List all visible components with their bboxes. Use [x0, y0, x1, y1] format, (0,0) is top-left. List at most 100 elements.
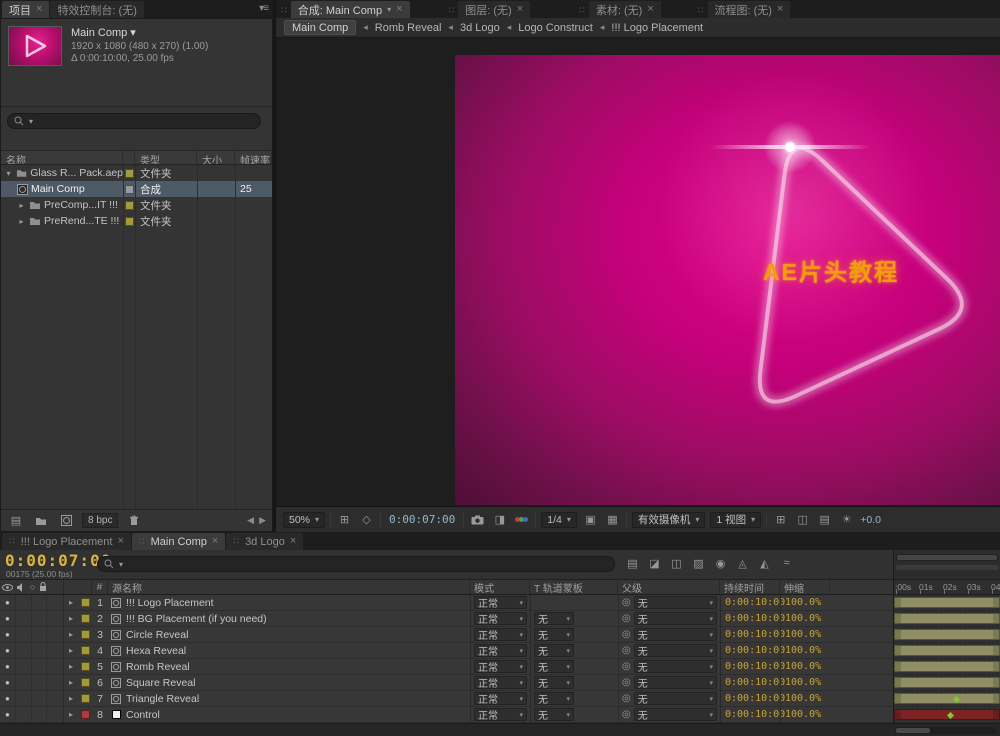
label-swatch[interactable] — [81, 598, 90, 607]
close-icon[interactable]: × — [36, 4, 42, 15]
mode-select[interactable]: 正常▾ — [474, 676, 527, 689]
tab-project[interactable]: 项目 × — [2, 1, 49, 18]
label-swatch[interactable] — [125, 169, 134, 178]
column-header-size[interactable]: 大小 — [197, 151, 235, 164]
pixel-aspect-icon[interactable]: ◫ — [794, 512, 811, 528]
composition-viewport[interactable]: AE片头教程 — [276, 38, 1000, 506]
layer-label-cell[interactable] — [78, 595, 92, 610]
interpret-footage-icon[interactable]: ▤ — [7, 513, 25, 528]
trkmat-select[interactable]: 无▾ — [534, 628, 574, 641]
audio-toggle[interactable] — [16, 611, 32, 626]
label-color-cell[interactable] — [123, 217, 135, 226]
layer-duration[interactable]: 0:00:10:00 — [725, 645, 785, 656]
audio-toggle[interactable] — [16, 707, 32, 722]
track-row[interactable] — [894, 627, 1000, 643]
graph-editor-icon[interactable]: ◭ — [756, 555, 773, 571]
label-swatch[interactable] — [81, 678, 90, 687]
layer-row[interactable]: ● ▸ 6 Square Reveal 正常▾ 无▾ ◎无▾ 0:00:10:0… — [0, 675, 893, 691]
video-toggle[interactable]: ● — [0, 675, 16, 690]
resolution-select[interactable]: 1/4 ▾ — [541, 512, 577, 528]
layer-stretch[interactable]: 100.0% — [785, 709, 821, 720]
tab-layer[interactable]: 图层: (无) × — [458, 1, 530, 18]
layer-row[interactable]: ● ▸ 4 Hexa Reveal 正常▾ 无▾ ◎无▾ 0:00:10:00 … — [0, 643, 893, 659]
layer-name[interactable]: Control — [124, 707, 470, 722]
pickwhip-icon[interactable]: ◎ — [622, 613, 631, 624]
layer-stretch[interactable]: 100.0% — [785, 677, 821, 688]
layer-expand-arrow-icon[interactable]: ▸ — [64, 659, 78, 674]
layer-row[interactable]: ● ▸ 3 Circle Reveal 正常▾ 无▾ ◎无▾ 0:00:10:0… — [0, 627, 893, 643]
tab-effect-controls[interactable]: 特效控制台: (无) — [50, 1, 143, 18]
panel-grip-icon[interactable]: ∷ — [698, 5, 705, 16]
trkmat-select[interactable]: 无▾ — [534, 612, 574, 625]
layer-duration-bar[interactable] — [894, 645, 1000, 656]
audio-toggle[interactable] — [16, 595, 32, 610]
layer-name[interactable]: Romb Reveal — [124, 659, 470, 674]
time-ruler[interactable]: :00s 01s 02s 03s 04s — [894, 580, 1000, 595]
breadcrumb-root[interactable]: Main Comp — [284, 20, 356, 35]
column-header-name[interactable]: 名称 — [1, 151, 123, 164]
layer-row[interactable]: ● ▸ 5 Romb Reveal 正常▾ 无▾ ◎无▾ 0:00:10:00 … — [0, 659, 893, 675]
layer-name[interactable]: !!! BG Placement (if you need) — [124, 611, 470, 626]
trkmat-select[interactable]: 无▾ — [534, 660, 574, 673]
lock-toggle[interactable] — [47, 643, 63, 658]
video-toggle[interactable]: ● — [0, 659, 16, 674]
number-column-header[interactable]: # — [92, 580, 108, 594]
lock-icon[interactable] — [39, 582, 47, 592]
label-swatch[interactable] — [81, 710, 90, 719]
trkmat-select[interactable]: 无▾ — [534, 708, 574, 721]
layer-duration[interactable]: 0:00:10:00 — [725, 677, 785, 688]
label-swatch[interactable] — [81, 646, 90, 655]
solo-toggle[interactable] — [32, 707, 48, 722]
track-row[interactable] — [894, 691, 1000, 707]
layer-row[interactable]: ● ▸ 2 !!! BG Placement (if you need) 正常▾… — [0, 611, 893, 627]
work-area-bar[interactable] — [896, 554, 998, 561]
layer-expand-arrow-icon[interactable]: ▸ — [64, 627, 78, 642]
time-navigator[interactable] — [893, 550, 1000, 580]
bit-depth-button[interactable]: 8 bpc — [82, 513, 118, 528]
layer-row[interactable]: ● ▸ 1 !!! Logo Placement 正常▾ ◎无▾ 0:00:10… — [0, 595, 893, 611]
live-update-icon[interactable]: ≈ — [778, 555, 795, 571]
layer-duration-bar[interactable] — [894, 613, 1000, 624]
view-layout-select[interactable]: 1 视图 ▾ — [710, 512, 761, 528]
label-color-cell[interactable] — [123, 185, 135, 194]
layer-stretch[interactable]: 100.0% — [785, 613, 821, 624]
tab-timeline-3d-logo[interactable]: ∷ 3d Logo × — [226, 533, 303, 550]
tab-footage[interactable]: 素材: (无) × — [589, 1, 661, 18]
lock-toggle[interactable] — [47, 691, 63, 706]
layer-duration-bar[interactable] — [894, 693, 1000, 704]
project-row[interactable]: ▾ Glass R... Pack.aep 文件夹 — [1, 165, 272, 181]
duration-column-header[interactable]: 持续时间 — [720, 580, 780, 594]
panel-grip-icon[interactable]: ∷ — [449, 5, 456, 16]
parent-select[interactable]: 无▾ — [634, 628, 717, 641]
track-row[interactable] — [894, 707, 1000, 723]
track-row[interactable] — [894, 643, 1000, 659]
close-icon[interactable]: × — [396, 4, 402, 15]
parent-select[interactable]: 无▾ — [634, 644, 717, 657]
tab-composition[interactable]: 合成: Main Comp ▾ × — [291, 1, 410, 18]
mode-column-header[interactable]: 模式 — [470, 580, 530, 594]
eye-icon[interactable] — [2, 584, 13, 591]
breadcrumb-item[interactable]: Romb Reveal — [375, 22, 442, 34]
layer-duration-bar[interactable] — [894, 677, 1000, 688]
search-options-caret-icon[interactable]: ▾ — [29, 117, 33, 126]
layer-duration[interactable]: 0:00:10:00 — [725, 613, 785, 624]
search-options-caret-icon[interactable]: ▾ — [119, 560, 123, 569]
layer-duration-bar[interactable] — [894, 597, 1000, 608]
layer-stretch[interactable]: 100.0% — [785, 661, 821, 672]
trash-icon[interactable] — [125, 513, 143, 528]
audio-icon[interactable] — [17, 583, 26, 592]
close-icon[interactable]: × — [647, 4, 653, 15]
mask-visibility-icon[interactable]: ◇ — [358, 512, 375, 528]
parent-select[interactable]: 无▾ — [634, 596, 717, 609]
timeline-track-area[interactable]: :00s 01s 02s 03s 04s — [893, 580, 1000, 723]
motion-blur-icon[interactable]: ◉ — [712, 555, 729, 571]
timeline-search-input[interactable]: ▾ — [97, 556, 615, 572]
column-header-framerate[interactable]: 帧速率 — [235, 151, 272, 164]
layer-row[interactable]: ● ▸ 8 Control 正常▾ 无▾ ◎无▾ 0:00:10:00 100.… — [0, 707, 893, 723]
exposure-icon[interactable]: ☀ — [838, 512, 855, 528]
new-composition-icon[interactable] — [57, 513, 75, 528]
lock-toggle[interactable] — [47, 627, 63, 642]
camera-select[interactable]: 有效摄像机 ▾ — [632, 512, 706, 528]
comp-current-time[interactable]: 0:00:07:00 — [386, 513, 458, 526]
scrollbar-thumb[interactable] — [896, 728, 930, 733]
